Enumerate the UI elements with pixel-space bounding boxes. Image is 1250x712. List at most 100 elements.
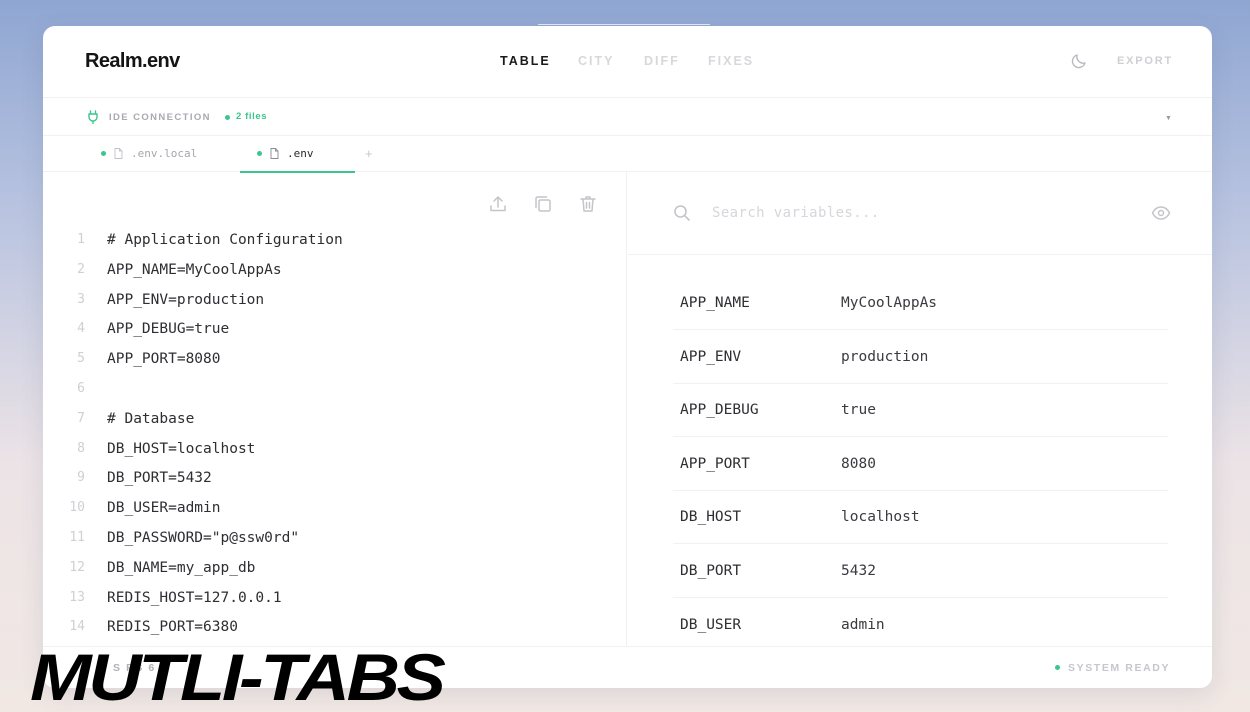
code-editor[interactable]: 1 # Application Configuration 2 APP_NAME=My… bbox=[43, 172, 627, 646]
search-input[interactable] bbox=[712, 200, 1112, 226]
code-line: 4 APP_DEBUG=true bbox=[43, 321, 626, 343]
code-line: 14 REDIS_PORT=6380 bbox=[43, 619, 626, 641]
copy-icon[interactable] bbox=[533, 194, 553, 214]
variable-row[interactable]: DB_PORT 5432 bbox=[673, 544, 1168, 598]
tab-status-dot bbox=[257, 151, 262, 156]
file-icon bbox=[270, 148, 279, 159]
chevron-down-icon[interactable]: ▼ bbox=[1165, 115, 1172, 122]
tab-status-dot bbox=[101, 151, 106, 156]
file-icon bbox=[114, 148, 123, 159]
line-number: 14 bbox=[69, 619, 85, 635]
code-line: 10 DB_USER=admin bbox=[43, 500, 626, 522]
variables-panel: APP_NAMEMyCoolAppAsAPP_ENVproductionAPP_… bbox=[628, 172, 1212, 646]
line-number: 4 bbox=[77, 321, 85, 337]
line-code[interactable]: DB_HOST=localhost bbox=[107, 441, 255, 457]
line-number: 11 bbox=[69, 530, 85, 545]
code-line: 1 # Application Configuration bbox=[43, 232, 626, 254]
app-window: Realm.env TABLE CITY DIFF FIXES EXPORT I… bbox=[43, 26, 1212, 688]
trash-icon[interactable] bbox=[578, 194, 598, 214]
code-line: 6 bbox=[43, 381, 626, 403]
line-number: 6 bbox=[77, 381, 85, 396]
ide-connection-bar: IDE CONNECTION 2 files ▼ bbox=[43, 99, 1212, 136]
variable-row[interactable]: APP_DEBUG true bbox=[673, 383, 1168, 438]
variable-value: 5432 bbox=[841, 563, 876, 579]
add-tab-button[interactable]: + bbox=[365, 146, 373, 161]
line-code[interactable]: DB_PORT=5432 bbox=[107, 470, 212, 486]
line-code[interactable]: APP_DEBUG=true bbox=[107, 321, 229, 337]
line-code[interactable]: DB_PASSWORD="p@ssw0rd" bbox=[107, 530, 299, 546]
code-line: 5 APP_PORT=8080 bbox=[43, 351, 626, 373]
line-code[interactable]: DB_NAME=my_app_db bbox=[107, 560, 255, 576]
system-status-dot bbox=[1055, 665, 1060, 670]
variable-row[interactable]: DB_HOST localhost bbox=[673, 490, 1168, 545]
nav-tab-fixes[interactable]: FIXES bbox=[708, 54, 754, 68]
file-tab-label: .env bbox=[287, 147, 314, 160]
code-line: 9 DB_PORT=5432 bbox=[43, 470, 626, 492]
file-tab-label: .env.local bbox=[131, 147, 198, 160]
file-tabs: .env.local .env + bbox=[43, 136, 1212, 173]
variable-value: admin bbox=[841, 616, 885, 633]
files-count: 2 files bbox=[236, 111, 268, 122]
line-code[interactable]: APP_PORT=8080 bbox=[107, 351, 221, 367]
variable-row[interactable]: DB_USER admin bbox=[673, 598, 1168, 652]
variable-key: APP_NAME bbox=[680, 295, 750, 311]
connection-status-dot bbox=[225, 115, 230, 120]
line-number: 9 bbox=[77, 470, 85, 486]
line-number: 2 bbox=[77, 261, 85, 277]
upload-icon[interactable] bbox=[488, 194, 508, 214]
code-line: 13 REDIS_HOST=127.0.0.1 bbox=[43, 590, 626, 612]
variable-value: MyCoolAppAs bbox=[841, 295, 938, 311]
system-status-text: SYSTEM READY bbox=[1068, 662, 1171, 674]
variable-value: true bbox=[841, 402, 876, 419]
moon-icon[interactable] bbox=[1070, 52, 1088, 70]
line-number: 1 bbox=[77, 232, 85, 247]
code-line: 11 DB_PASSWORD="p@ssw0rd" bbox=[43, 530, 626, 552]
plug-icon bbox=[88, 110, 98, 124]
file-tab-env[interactable]: .env bbox=[240, 136, 355, 173]
line-number: 8 bbox=[77, 440, 85, 456]
title-banner: MUTLI-TABS bbox=[30, 640, 446, 712]
line-code[interactable]: # Application Configuration bbox=[107, 232, 343, 248]
variable-key: DB_PORT bbox=[680, 563, 742, 579]
line-number: 3 bbox=[77, 291, 85, 307]
variable-key: DB_HOST bbox=[680, 509, 742, 526]
line-code[interactable]: DB_USER=admin bbox=[107, 500, 221, 516]
variable-row[interactable]: APP_NAME MyCoolAppAs bbox=[673, 276, 1168, 330]
line-number: 5 bbox=[77, 351, 85, 367]
code-line: 3 APP_ENV=production bbox=[43, 292, 626, 314]
line-number: 13 bbox=[69, 589, 85, 605]
window-top-highlight bbox=[538, 24, 710, 25]
variable-value: production bbox=[841, 348, 929, 365]
variable-key: APP_ENV bbox=[680, 348, 742, 365]
code-line: 7 # Database bbox=[43, 411, 626, 433]
variable-value: localhost bbox=[841, 509, 920, 526]
nav-tab-diff[interactable]: DIFF bbox=[644, 54, 680, 68]
code-line: 2 APP_NAME=MyCoolAppAs bbox=[43, 262, 626, 284]
variable-value: 8080 bbox=[841, 455, 876, 472]
search-icon bbox=[674, 205, 690, 221]
line-code[interactable]: # Database bbox=[107, 411, 194, 427]
line-code[interactable]: REDIS_PORT=6380 bbox=[107, 619, 238, 635]
variable-row[interactable]: APP_ENV production bbox=[673, 330, 1168, 384]
variable-row[interactable]: APP_PORT 8080 bbox=[673, 437, 1168, 491]
variable-key: DB_USER bbox=[680, 616, 742, 633]
ide-connection-label: IDE CONNECTION bbox=[109, 112, 211, 123]
line-code[interactable]: REDIS_HOST=127.0.0.1 bbox=[107, 590, 282, 606]
export-button[interactable]: EXPORT bbox=[1117, 55, 1173, 67]
variable-search bbox=[628, 172, 1212, 255]
line-code[interactable]: APP_ENV=production bbox=[107, 292, 264, 308]
line-number: 12 bbox=[69, 559, 85, 575]
variable-key: APP_DEBUG bbox=[680, 402, 759, 419]
code-line: 12 DB_NAME=my_app_db bbox=[43, 560, 626, 582]
file-tab-env-local[interactable]: .env.local bbox=[99, 136, 239, 172]
line-number: 10 bbox=[69, 500, 85, 516]
variable-key: APP_PORT bbox=[680, 455, 750, 472]
line-code[interactable]: APP_NAME=MyCoolAppAs bbox=[107, 262, 282, 278]
nav-tab-table[interactable]: TABLE bbox=[500, 54, 551, 68]
app-header: Realm.env TABLE CITY DIFF FIXES EXPORT bbox=[43, 26, 1212, 98]
eye-icon[interactable] bbox=[1151, 205, 1171, 221]
line-number: 7 bbox=[77, 410, 85, 426]
code-line: 8 DB_HOST=localhost bbox=[43, 441, 626, 463]
app-logo: Realm.env bbox=[85, 50, 180, 72]
nav-tab-city[interactable]: CITY bbox=[578, 54, 614, 68]
